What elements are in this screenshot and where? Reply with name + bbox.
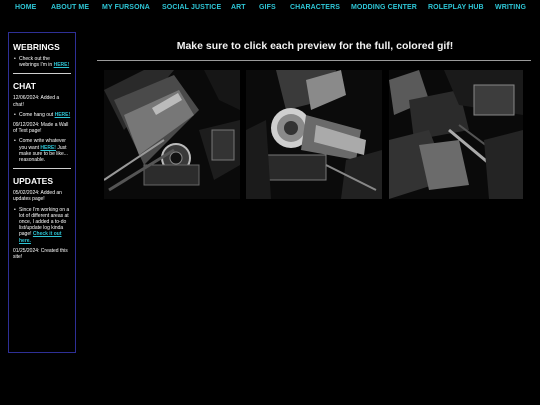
- nav-about-me[interactable]: ABOUT ME: [51, 4, 89, 11]
- chat-list-2: Come write whatever you want HERE! Just …: [13, 138, 71, 163]
- nav-social-justice[interactable]: SOCIAL JUSTICE: [162, 4, 221, 11]
- nav-art[interactable]: ART: [231, 4, 246, 11]
- sidebar-divider: [13, 168, 71, 170]
- chat-item: Come hang out HERE!: [13, 112, 71, 118]
- nav-writing[interactable]: WRITING: [495, 4, 526, 11]
- webrings-item: Check out the webrings I'm in HERE!: [13, 56, 71, 68]
- gif-preview-1[interactable]: [104, 70, 240, 199]
- wall-of-text-entry: 09/12/2024: Made a Wall of Text page!: [13, 122, 69, 135]
- nav-gifs[interactable]: GIFS: [259, 4, 276, 11]
- chat-heading: CHAT: [13, 81, 36, 92]
- updates-entry-date: 05/02/2024: Added an updates page!: [13, 190, 62, 203]
- chat-link[interactable]: HERE!: [55, 112, 71, 118]
- chat-entry-date: 12/06/2024: Added a chat!: [13, 95, 60, 108]
- mech-image-2: [246, 70, 382, 199]
- webrings-heading: WEBRINGS: [13, 42, 60, 52]
- webrings-text: Check out the webrings I'm in: [19, 56, 53, 69]
- site-created-entry: 01/25/2024: Created this site!: [13, 247, 68, 261]
- nav-characters[interactable]: CHARACTERS: [290, 4, 340, 11]
- nav-my-fursona[interactable]: MY FURSONA: [102, 4, 150, 11]
- chat-item-text: Come hang out: [19, 111, 54, 118]
- nav-roleplay-hub[interactable]: ROLEPLAY HUB: [428, 4, 484, 11]
- mech-image-3: [389, 70, 523, 199]
- updates-list: Since I'm working on a lot of different …: [13, 207, 71, 244]
- updates-heading: UPDATES: [13, 176, 53, 187]
- title-divider: [97, 60, 531, 61]
- wall-item: Come write whatever you want HERE! Just …: [13, 138, 71, 163]
- gif-preview-3[interactable]: [389, 70, 523, 199]
- chat-list-1: Come hang out HERE!: [13, 112, 71, 118]
- nav-home[interactable]: HOME: [15, 4, 36, 11]
- webrings-list: Check out the webrings I'm in HERE!: [13, 56, 71, 68]
- nav-modding-center[interactable]: MODDING CENTER: [351, 4, 417, 11]
- gif-preview-2[interactable]: [246, 70, 382, 199]
- updates-item: Since I'm working on a lot of different …: [13, 207, 71, 244]
- mech-image-1: [104, 70, 240, 199]
- page-title: Make sure to click each preview for the …: [176, 40, 454, 52]
- webrings-link[interactable]: HERE!: [54, 62, 70, 68]
- wall-of-text-link[interactable]: HERE!: [40, 145, 56, 151]
- sidebar: WEBRINGS Check out the webrings I'm in H…: [8, 32, 76, 353]
- sidebar-divider: [13, 73, 71, 75]
- top-nav: HOME ABOUT ME MY FURSONA SOCIAL JUSTICE …: [0, 0, 540, 17]
